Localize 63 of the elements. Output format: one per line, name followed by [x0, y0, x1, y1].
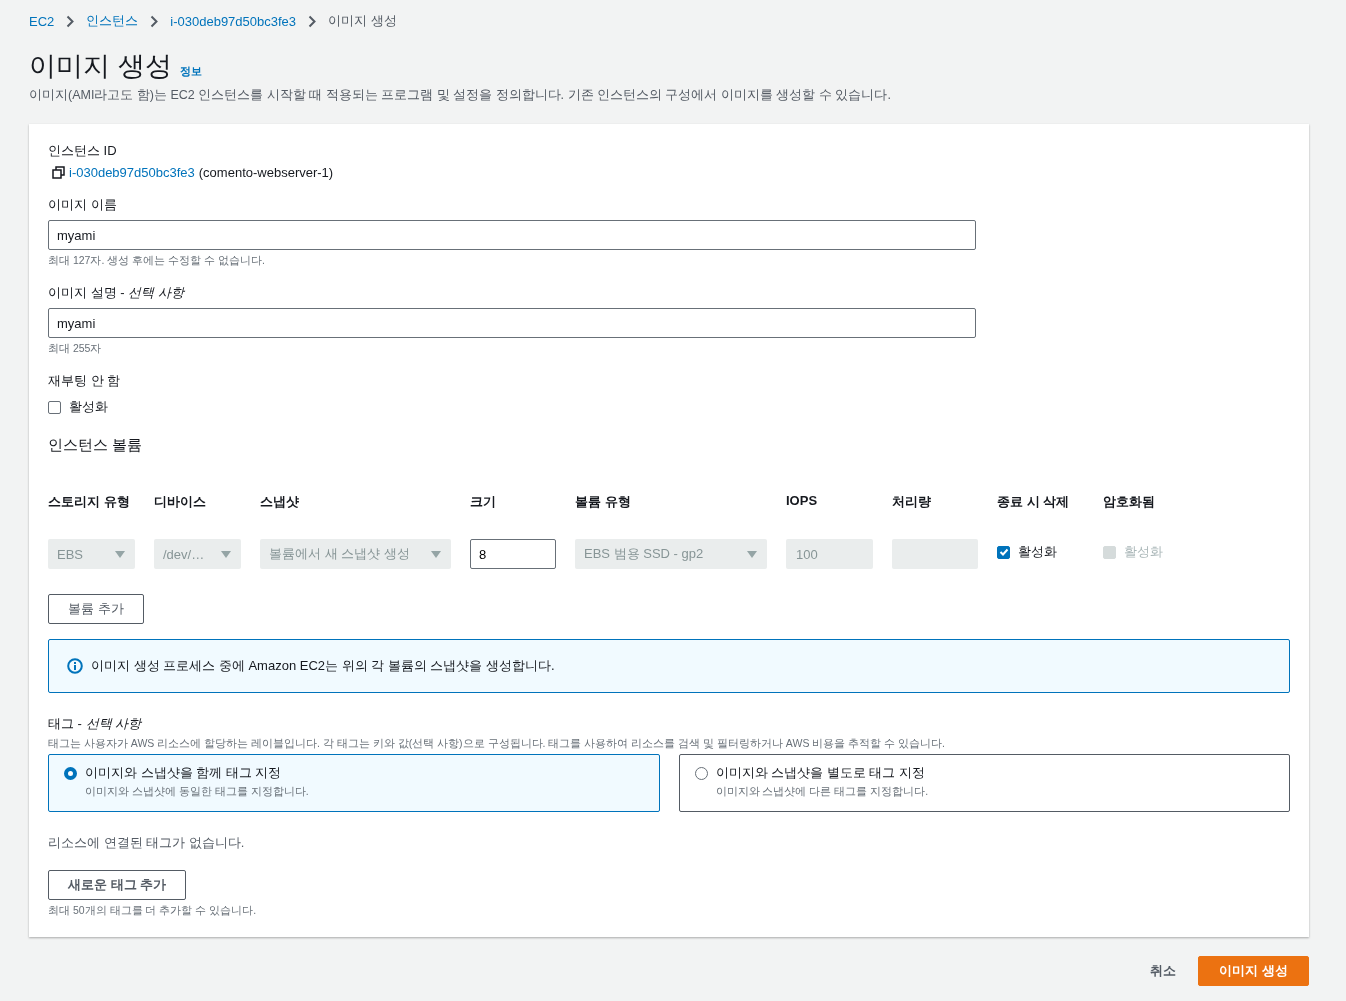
image-description-field[interactable]: myami [48, 308, 976, 338]
radio-button[interactable] [694, 767, 708, 780]
copy-icon[interactable] [52, 166, 65, 179]
instance-id-link[interactable]: i-030deb97d50bc3fe3 [69, 165, 195, 180]
checkbox[interactable] [48, 400, 61, 414]
field-label: 이미지 이름 [48, 196, 118, 214]
field-label: 재부팅 안 함 [48, 372, 122, 390]
column-header: 스냅샷 [260, 493, 300, 511]
cancel-link[interactable]: 취소 [1150, 962, 1177, 980]
empty-tags-text: 리소스에 연결된 태그가 없습니다. [48, 834, 246, 852]
checkbox-label: 활성화 [1124, 543, 1163, 561]
caret-icon [431, 550, 441, 558]
checkbox-label: 활성화 [1018, 543, 1057, 561]
column-header: 스토리지 유형 [48, 493, 131, 511]
option-subtitle: 이미지와 스냅샷에 동일한 태그를 지정합니다. [85, 785, 309, 799]
option-subtitle: 이미지와 스냅샷에 다른 태그를 지정합니다. [715, 785, 929, 799]
breadcrumb-link[interactable]: EC2 [29, 13, 55, 29]
image-name-field[interactable]: myami [48, 220, 976, 250]
select-field[interactable]: EBS 범용 SSD - gp2 [575, 539, 767, 569]
column-header: 디바이스 [154, 493, 207, 511]
field-label: 인스턴스 ID [48, 142, 118, 160]
add-volume-button[interactable]: 볼륨 추가 [48, 594, 144, 624]
field-label: 태그 - 선택 사항 [48, 715, 143, 733]
column-header: IOPS [786, 493, 819, 510]
breadcrumb-link[interactable]: i-030deb97d50bc3fe3 [170, 13, 297, 29]
column-header: 암호화됨 [1103, 493, 1156, 511]
chevron-right-icon [66, 14, 75, 28]
caret-icon [115, 550, 125, 558]
radio-option[interactable]: 이미지와 스냅샷을 함께 태그 지정 이미지와 스냅샷에 동일한 태그를 지정합니다. [48, 754, 660, 812]
page-title: 이미지 생성 [29, 50, 172, 83]
radio-button[interactable] [64, 767, 77, 780]
chevron-right-icon [150, 14, 159, 28]
section-title: 인스턴스 볼륨 [48, 436, 144, 455]
option-title: 이미지와 스냅샷을 별도로 태그 지정 [715, 764, 926, 782]
breadcrumb-link[interactable]: 인스턴스 [86, 12, 139, 30]
size-field[interactable]: 8 [470, 539, 556, 569]
tags-description: 태그는 사용자가 AWS 리소스에 할당하는 레이블입니다. 각 태그는 키와 값(선택 사항)으로 구성됩니다. 태그를 사용하여 리소스를 검색 및 필터링하거나 AWS 비용을 추적할 수 있습니다. [48, 737, 946, 751]
instance-name: (comento-webserver-1) [198, 165, 334, 180]
select-field[interactable]: 볼륨에서 새 스냅샷 생성 [260, 539, 451, 569]
alert-text: 이미지 생성 프로세스 중에 Amazon EC2는 위의 각 볼륨의 스냅샷을 생성합니다. [91, 657, 555, 675]
column-header: 크기 [470, 493, 497, 511]
create-image-button[interactable]: 이미지 생성 [1198, 956, 1309, 986]
field-hint: 최대 50개의 태그를 더 추가할 수 있습니다. [48, 904, 258, 918]
readonly-field: 100 [786, 539, 873, 569]
breadcrumb-current: 이미지 생성 [328, 12, 397, 30]
field-hint: 최대 255자 [48, 342, 103, 356]
info-icon [67, 658, 83, 674]
info-link[interactable]: 정보 [179, 64, 202, 83]
option-title: 이미지와 스냅샷을 함께 태그 지정 [85, 764, 283, 782]
field-hint: 최대 127자. 생성 후에는 수정할 수 없습니다. [48, 254, 266, 268]
column-header: 처리량 [892, 493, 932, 511]
add-tag-button[interactable]: 새로운 태그 추가 [48, 870, 187, 900]
select-field[interactable]: /dev/… [154, 539, 241, 569]
chevron-right-icon [308, 14, 317, 28]
page-description: 이미지(AMI라고도 함)는 EC2 인스턴스를 시작할 때 적용되는 프로그램 및 설정을 정의합니다. 기존 인스턴스의 구성에서 이미지를 생성할 수 있습니다. [29, 87, 892, 104]
checkbox[interactable] [997, 545, 1010, 559]
column-header: 볼륨 유형 [575, 493, 632, 511]
field-label: 이미지 설명 - 선택 사항 [48, 284, 186, 302]
checkbox-label: 활성화 [69, 398, 108, 416]
column-header: 종료 시 삭제 [997, 493, 1071, 511]
caret-icon [747, 550, 757, 558]
radio-option[interactable]: 이미지와 스냅샷을 별도로 태그 지정 이미지와 스냅샷에 다른 태그를 지정합니다. [678, 754, 1290, 812]
caret-icon [221, 550, 231, 558]
